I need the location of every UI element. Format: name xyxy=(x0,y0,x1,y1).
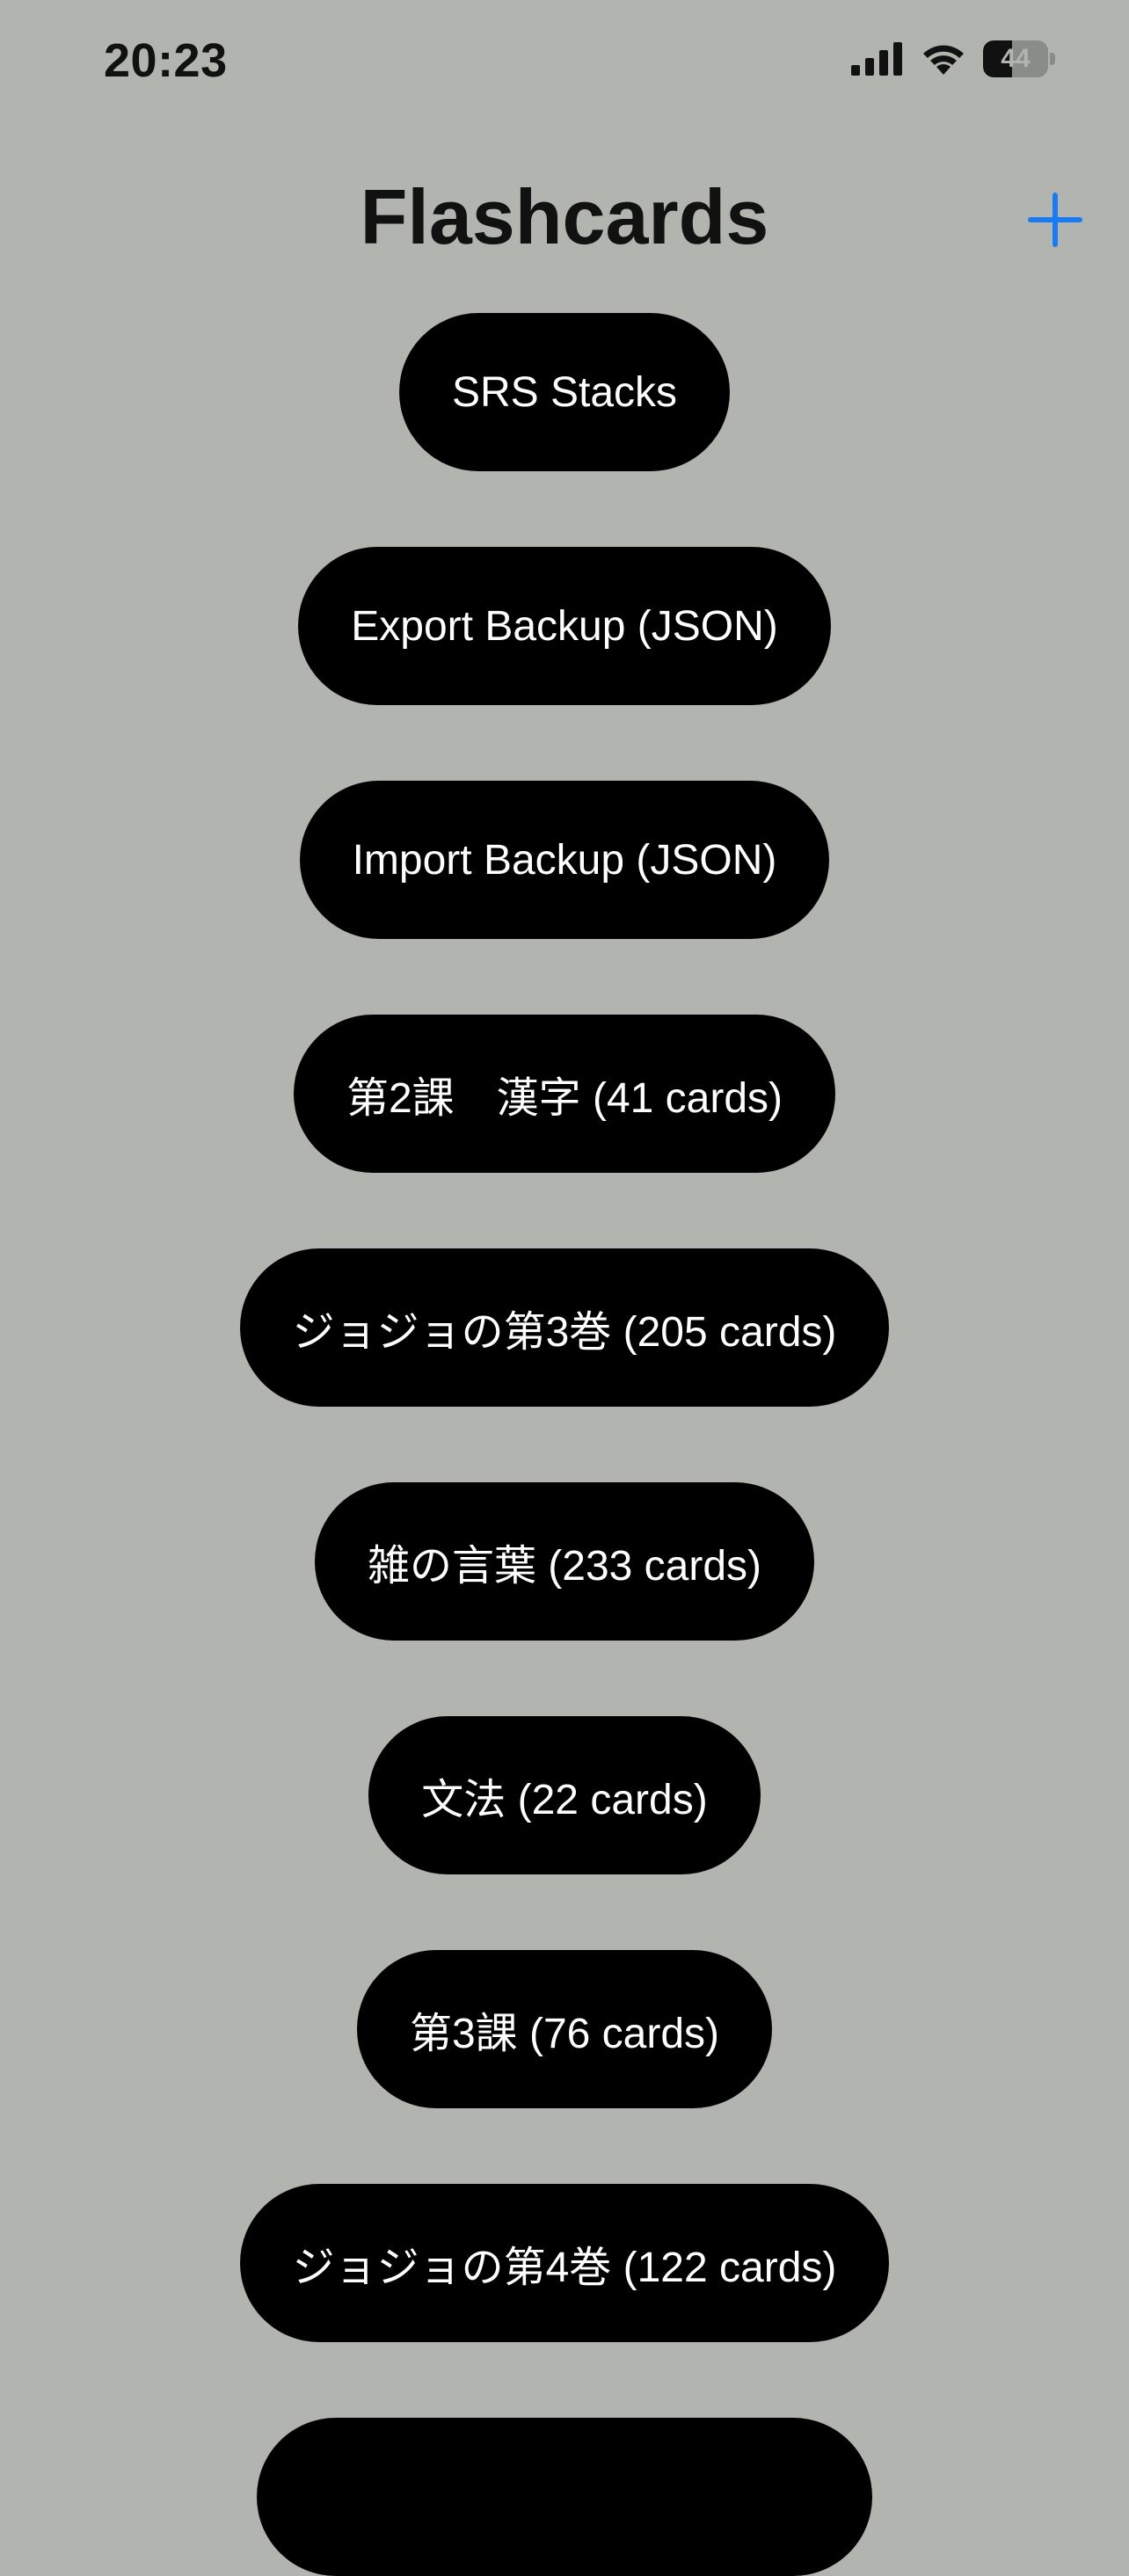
deck-button[interactable]: ジョジョの第4巻 (122 cards) xyxy=(239,2184,890,2342)
deck-button[interactable]: ジョジョの第3巻 (205 cards) xyxy=(239,1248,890,1407)
status-icons: 44 xyxy=(851,40,1055,77)
srs-stacks-button[interactable]: SRS Stacks xyxy=(398,313,731,471)
export-backup-button[interactable]: Export Backup (JSON) xyxy=(298,547,831,705)
plus-icon xyxy=(1028,193,1082,247)
cellular-signal-icon xyxy=(851,42,902,76)
status-time: 20:23 xyxy=(104,34,228,87)
deck-button[interactable] xyxy=(257,2418,872,2576)
deck-button[interactable]: 第3課 (76 cards) xyxy=(356,1950,773,2108)
page-title: Flashcards xyxy=(360,173,769,260)
deck-list: SRS Stacks Export Backup (JSON) Import B… xyxy=(0,313,1129,2576)
deck-button[interactable]: 第2課 漢字 (41 cards) xyxy=(293,1015,836,1173)
deck-button[interactable]: 雑の言葉 (233 cards) xyxy=(314,1482,815,1641)
status-bar: 20:23 44 xyxy=(0,0,1129,123)
import-backup-button[interactable]: Import Backup (JSON) xyxy=(299,781,830,939)
wifi-icon xyxy=(923,45,964,75)
battery-icon: 44 xyxy=(983,40,1055,77)
battery-level: 44 xyxy=(1001,44,1031,73)
deck-button[interactable]: 文法 (22 cards) xyxy=(368,1716,761,1874)
add-button[interactable] xyxy=(1027,192,1083,248)
